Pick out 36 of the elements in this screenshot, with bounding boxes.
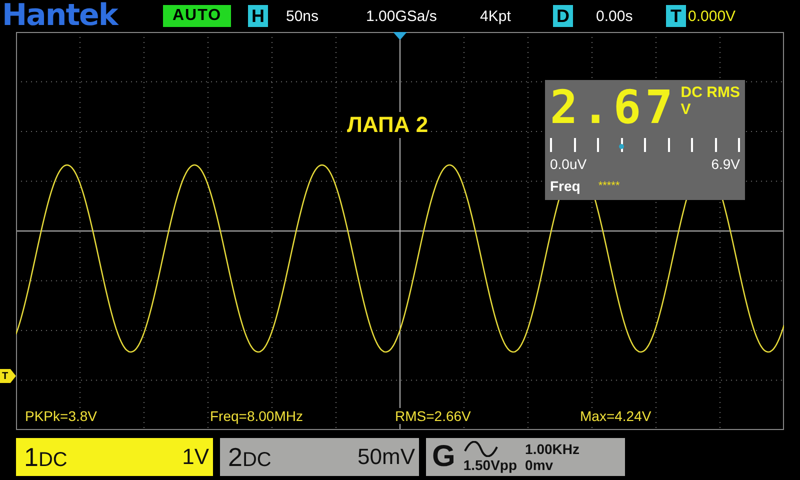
generator-amplitude: 1.50Vpp <box>463 457 518 473</box>
brand-logo: Hantek <box>1 1 120 31</box>
generator-frequency: 1.00KHz <box>525 441 580 457</box>
frequency-label: Freq <box>550 178 580 194</box>
scale-maximum: 6.9V <box>711 156 740 172</box>
annotation-label: ЛАПА 2 <box>345 112 430 138</box>
channel-scale: 50mV <box>358 444 415 470</box>
trigger-badge: T <box>666 5 686 27</box>
generator-panel[interactable]: G 1.00KHz 1.50Vpp 0mv <box>426 438 625 476</box>
frequency-value: ***** <box>598 180 620 192</box>
channel-label: 1DC <box>24 442 68 472</box>
channel-label: 2DC <box>228 442 272 472</box>
sine-wave-icon <box>463 441 500 457</box>
timebase-value: 50ns <box>286 8 320 24</box>
delay-value: 0.00s <box>596 8 634 24</box>
measurement-readout: RMS=2.66V <box>395 408 473 424</box>
measurement-readout: Freq=8.00MHz <box>210 408 305 424</box>
delay-badge: D <box>553 5 573 27</box>
scale-minimum: 0.0uV <box>550 156 587 172</box>
meter-reading: 2.67 <box>550 84 677 130</box>
channel-panel[interactable]: 2DC 50mV <box>220 438 419 476</box>
generator-offset: 0mv <box>525 457 554 473</box>
measurement-readout: Max=4.24V <box>580 408 654 424</box>
horizontal-badge: H <box>248 5 268 27</box>
trigger-level: 0.000V <box>688 8 737 24</box>
trigger-level-marker[interactable]: T <box>0 369 16 383</box>
measurement-readout: PKPk=3.8V <box>25 408 99 424</box>
channel-scale: 1V <box>182 444 209 470</box>
sample-rate: 1.00GSa/s <box>366 8 438 24</box>
generator-label: G <box>432 440 456 474</box>
meter-mode: DC RMS <box>680 84 740 101</box>
trigger-mode-badge: AUTO <box>163 5 231 27</box>
memory-depth: 4Kpt <box>480 8 512 24</box>
channel-panel[interactable]: 1DC 1V <box>16 438 213 476</box>
meter-unit: V <box>680 101 692 118</box>
trigger-position-marker[interactable] <box>393 32 407 40</box>
